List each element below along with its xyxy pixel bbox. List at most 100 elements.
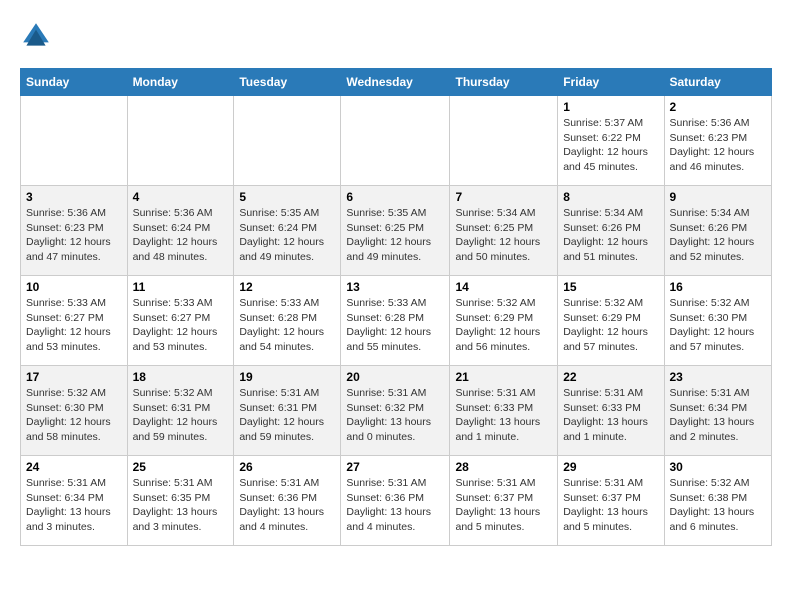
- weekday-header: Tuesday: [234, 69, 341, 96]
- calendar-cell: [127, 96, 234, 186]
- calendar-week-row: 3 Sunrise: 5:36 AMSunset: 6:23 PMDaylight…: [21, 186, 772, 276]
- calendar-cell: 4 Sunrise: 5:36 AMSunset: 6:24 PMDaylight…: [127, 186, 234, 276]
- day-info: Sunrise: 5:32 AMSunset: 6:38 PMDaylight:…: [670, 476, 767, 535]
- calendar-cell: 9 Sunrise: 5:34 AMSunset: 6:26 PMDaylight…: [664, 186, 772, 276]
- weekday-header: Monday: [127, 69, 234, 96]
- day-info: Sunrise: 5:33 AMSunset: 6:27 PMDaylight:…: [133, 296, 229, 355]
- calendar-cell: 1 Sunrise: 5:37 AMSunset: 6:22 PMDaylight…: [558, 96, 664, 186]
- calendar-cell: 2 Sunrise: 5:36 AMSunset: 6:23 PMDaylight…: [664, 96, 772, 186]
- calendar-cell: 12 Sunrise: 5:33 AMSunset: 6:28 PMDayligh…: [234, 276, 341, 366]
- calendar-cell: 16 Sunrise: 5:32 AMSunset: 6:30 PMDayligh…: [664, 276, 772, 366]
- day-info: Sunrise: 5:31 AMSunset: 6:36 PMDaylight:…: [346, 476, 444, 535]
- day-info: Sunrise: 5:31 AMSunset: 6:32 PMDaylight:…: [346, 386, 444, 445]
- day-info: Sunrise: 5:31 AMSunset: 6:33 PMDaylight:…: [455, 386, 552, 445]
- calendar-header-row: SundayMondayTuesdayWednesdayThursdayFrid…: [21, 69, 772, 96]
- day-number: 13: [346, 280, 444, 294]
- day-number: 16: [670, 280, 767, 294]
- calendar-cell: 25 Sunrise: 5:31 AMSunset: 6:35 PMDayligh…: [127, 456, 234, 546]
- day-number: 6: [346, 190, 444, 204]
- day-info: Sunrise: 5:32 AMSunset: 6:31 PMDaylight:…: [133, 386, 229, 445]
- day-number: 4: [133, 190, 229, 204]
- day-number: 25: [133, 460, 229, 474]
- day-number: 24: [26, 460, 122, 474]
- calendar-week-row: 10 Sunrise: 5:33 AMSunset: 6:27 PMDayligh…: [21, 276, 772, 366]
- day-number: 1: [563, 100, 658, 114]
- logo: [20, 20, 58, 52]
- calendar-cell: 11 Sunrise: 5:33 AMSunset: 6:27 PMDayligh…: [127, 276, 234, 366]
- day-info: Sunrise: 5:31 AMSunset: 6:37 PMDaylight:…: [455, 476, 552, 535]
- day-info: Sunrise: 5:31 AMSunset: 6:35 PMDaylight:…: [133, 476, 229, 535]
- calendar-cell: 17 Sunrise: 5:32 AMSunset: 6:30 PMDayligh…: [21, 366, 128, 456]
- day-info: Sunrise: 5:37 AMSunset: 6:22 PMDaylight:…: [563, 116, 658, 175]
- calendar-cell: 26 Sunrise: 5:31 AMSunset: 6:36 PMDayligh…: [234, 456, 341, 546]
- day-number: 19: [239, 370, 335, 384]
- calendar-cell: 24 Sunrise: 5:31 AMSunset: 6:34 PMDayligh…: [21, 456, 128, 546]
- calendar-cell: 10Sunrise: 5:33 AMSunset: 6:27 PMDayligh…: [21, 276, 128, 366]
- calendar-table: SundayMondayTuesdayWednesdayThursdayFrid…: [20, 68, 772, 546]
- calendar-cell: 29 Sunrise: 5:31 AMSunset: 6:37 PMDayligh…: [558, 456, 664, 546]
- calendar-cell: 3 Sunrise: 5:36 AMSunset: 6:23 PMDaylight…: [21, 186, 128, 276]
- calendar-cell: 13 Sunrise: 5:33 AMSunset: 6:28 PMDayligh…: [341, 276, 450, 366]
- day-number: 3: [26, 190, 122, 204]
- day-info: Sunrise: 5:31 AMSunset: 6:37 PMDaylight:…: [563, 476, 658, 535]
- day-number: 9: [670, 190, 767, 204]
- calendar-cell: 15Sunrise: 5:32 AMSunset: 6:29 PMDayligh…: [558, 276, 664, 366]
- weekday-header: Thursday: [450, 69, 558, 96]
- day-number: 17: [26, 370, 122, 384]
- day-number: 8: [563, 190, 658, 204]
- day-info: Sunrise: 5:32 AMSunset: 6:30 PMDaylight:…: [670, 296, 767, 355]
- page-header: [20, 20, 772, 52]
- day-number: 28: [455, 460, 552, 474]
- calendar-cell: 30 Sunrise: 5:32 AMSunset: 6:38 PMDayligh…: [664, 456, 772, 546]
- day-info: Sunrise: 5:36 AMSunset: 6:23 PMDaylight:…: [670, 116, 767, 175]
- day-info: Sunrise: 5:33 AMSunset: 6:28 PMDaylight:…: [239, 296, 335, 355]
- day-number: 5: [239, 190, 335, 204]
- day-info: Sunrise: 5:31 AMSunset: 6:34 PMDaylight:…: [26, 476, 122, 535]
- logo-icon: [20, 20, 52, 52]
- day-info: Sunrise: 5:32 AMSunset: 6:29 PMDaylight:…: [563, 296, 658, 355]
- calendar-cell: 7 Sunrise: 5:34 AMSunset: 6:25 PMDaylight…: [450, 186, 558, 276]
- day-number: 11: [133, 280, 229, 294]
- day-number: 7: [455, 190, 552, 204]
- day-number: 29: [563, 460, 658, 474]
- day-info: Sunrise: 5:31 AMSunset: 6:31 PMDaylight:…: [239, 386, 335, 445]
- calendar-cell: 8 Sunrise: 5:34 AMSunset: 6:26 PMDaylight…: [558, 186, 664, 276]
- calendar-cell: 20Sunrise: 5:31 AMSunset: 6:32 PMDayligh…: [341, 366, 450, 456]
- day-number: 2: [670, 100, 767, 114]
- day-number: 23: [670, 370, 767, 384]
- day-number: 26: [239, 460, 335, 474]
- day-info: Sunrise: 5:34 AMSunset: 6:26 PMDaylight:…: [670, 206, 767, 265]
- weekday-header: Sunday: [21, 69, 128, 96]
- day-number: 10: [26, 280, 122, 294]
- calendar-cell: 23Sunrise: 5:31 AMSunset: 6:34 PMDayligh…: [664, 366, 772, 456]
- weekday-header: Wednesday: [341, 69, 450, 96]
- weekday-header: Friday: [558, 69, 664, 96]
- day-number: 30: [670, 460, 767, 474]
- day-info: Sunrise: 5:34 AMSunset: 6:26 PMDaylight:…: [563, 206, 658, 265]
- calendar-cell: 14Sunrise: 5:32 AMSunset: 6:29 PMDayligh…: [450, 276, 558, 366]
- day-info: Sunrise: 5:31 AMSunset: 6:33 PMDaylight:…: [563, 386, 658, 445]
- calendar-cell: 21 Sunrise: 5:31 AMSunset: 6:33 PMDayligh…: [450, 366, 558, 456]
- day-info: Sunrise: 5:31 AMSunset: 6:36 PMDaylight:…: [239, 476, 335, 535]
- calendar-week-row: 17 Sunrise: 5:32 AMSunset: 6:30 PMDayligh…: [21, 366, 772, 456]
- calendar-cell: 19 Sunrise: 5:31 AMSunset: 6:31 PMDayligh…: [234, 366, 341, 456]
- day-info: Sunrise: 5:34 AMSunset: 6:25 PMDaylight:…: [455, 206, 552, 265]
- day-info: Sunrise: 5:35 AMSunset: 6:25 PMDaylight:…: [346, 206, 444, 265]
- calendar-body: 1 Sunrise: 5:37 AMSunset: 6:22 PMDaylight…: [21, 96, 772, 546]
- calendar-cell: 6 Sunrise: 5:35 AMSunset: 6:25 PMDaylight…: [341, 186, 450, 276]
- calendar-cell: 28 Sunrise: 5:31 AMSunset: 6:37 PMDayligh…: [450, 456, 558, 546]
- calendar-cell: [234, 96, 341, 186]
- calendar-week-row: 24 Sunrise: 5:31 AMSunset: 6:34 PMDayligh…: [21, 456, 772, 546]
- day-number: 21: [455, 370, 552, 384]
- day-number: 22: [563, 370, 658, 384]
- calendar-cell: [341, 96, 450, 186]
- day-number: 27: [346, 460, 444, 474]
- day-number: 12: [239, 280, 335, 294]
- calendar-cell: 5Sunrise: 5:35 AMSunset: 6:24 PMDaylight…: [234, 186, 341, 276]
- day-info: Sunrise: 5:32 AMSunset: 6:30 PMDaylight:…: [26, 386, 122, 445]
- day-info: Sunrise: 5:36 AMSunset: 6:24 PMDaylight:…: [133, 206, 229, 265]
- day-info: Sunrise: 5:36 AMSunset: 6:23 PMDaylight:…: [26, 206, 122, 265]
- day-info: Sunrise: 5:33 AMSunset: 6:28 PMDaylight:…: [346, 296, 444, 355]
- calendar-cell: 27 Sunrise: 5:31 AMSunset: 6:36 PMDayligh…: [341, 456, 450, 546]
- calendar-cell: 18Sunrise: 5:32 AMSunset: 6:31 PMDayligh…: [127, 366, 234, 456]
